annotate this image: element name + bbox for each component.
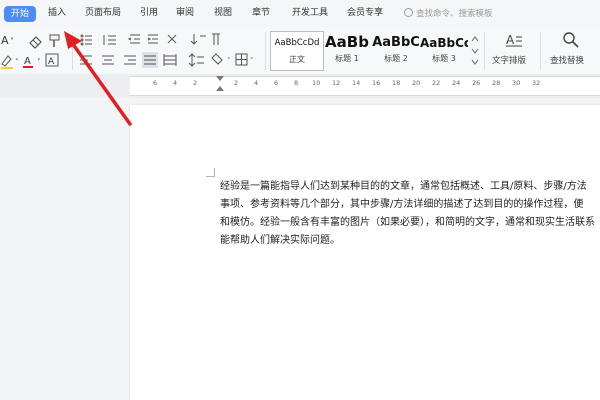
arrow-shaft [68,38,132,126]
annotation-arrow [64,31,132,126]
